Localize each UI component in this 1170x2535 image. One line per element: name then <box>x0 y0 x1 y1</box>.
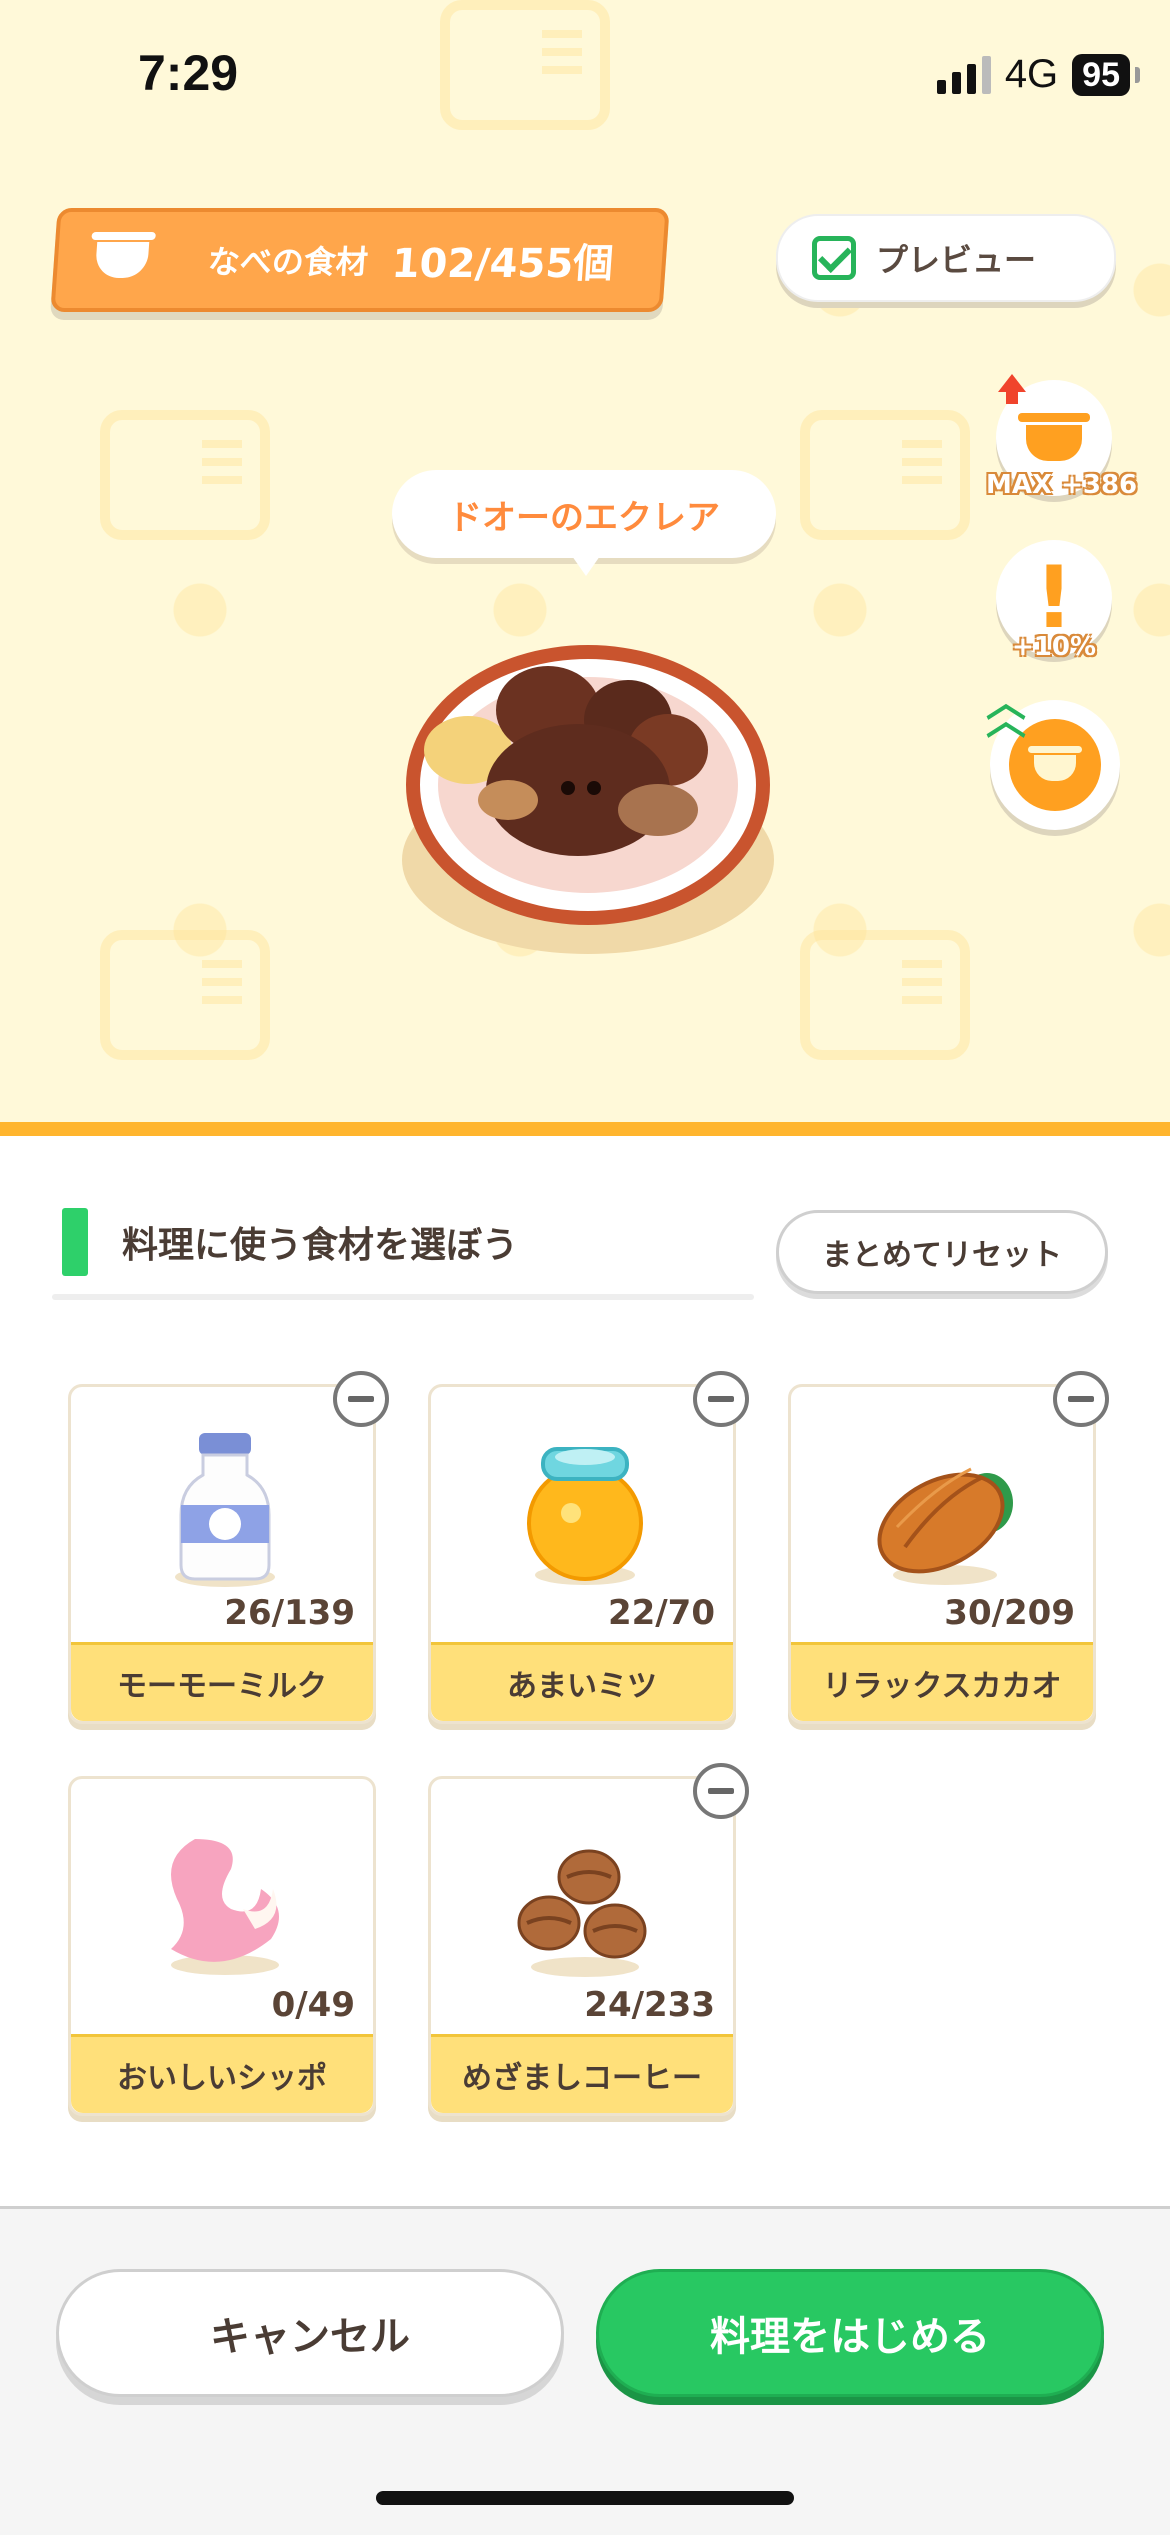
honey-jar-icon <box>527 1447 643 1585</box>
exclamation-icon: ! <box>1034 548 1074 648</box>
background-pattern <box>800 410 970 540</box>
ingredient-card-honey[interactable]: 22/70 あまいミツ <box>428 1371 749 1724</box>
section-header: 料理に使う食材を選ぼう <box>62 1208 518 1276</box>
cooking-preview-area: 7:29 4G 95 なべの食材 102/455個 プレビュー MAX +386… <box>0 0 1170 1122</box>
ingredient-card-coffee[interactable]: 24/233 めざましコーヒー <box>428 1763 749 2116</box>
ingredient-quantity: 22/70 <box>607 1593 715 1633</box>
ingredient-quantity: 24/233 <box>584 1985 715 2025</box>
background-pattern <box>100 930 270 1060</box>
up-arrow-icon <box>998 374 1026 404</box>
ingredient-name: リラックスカカオ <box>791 1642 1093 1721</box>
background-pattern <box>800 930 970 1060</box>
remove-ingredient-button[interactable] <box>693 1763 749 1819</box>
background-pattern <box>440 0 610 130</box>
background-pattern <box>100 410 270 540</box>
action-footer: キャンセル 料理をはじめる <box>0 2206 1170 2535</box>
double-chevron-up-icon: ︿ ︿ <box>986 680 1026 744</box>
ingredient-quantity: 30/209 <box>944 1593 1075 1633</box>
ingredient-name: めざましコーヒー <box>431 2034 733 2113</box>
cacao-pod-icon <box>877 1467 1013 1585</box>
ingredient-name: あまいミツ <box>431 1642 733 1721</box>
status-time: 7:29 <box>138 45 239 101</box>
pot-label: なべの食材 <box>206 243 370 281</box>
ingredient-quantity: 26/139 <box>224 1593 355 1633</box>
ingredient-selection-sheet: 料理に使う食材を選ぼう まとめてリセット 26/139 モーモーミルク 22/7… <box>0 1136 1170 2206</box>
milk-bottle-icon <box>175 1433 275 1587</box>
ingredient-card-cacao[interactable]: 30/209 リラックスカカオ <box>788 1371 1109 1724</box>
remove-ingredient-button[interactable] <box>333 1371 389 1427</box>
bonus-label: +10% <box>1012 632 1097 662</box>
remove-ingredient-button[interactable] <box>1053 1371 1109 1427</box>
status-indicators: 4G 95 <box>936 52 1140 97</box>
pot-icon <box>94 242 150 278</box>
preview-toggle[interactable]: プレビュー <box>776 214 1116 302</box>
ingredient-card-milk[interactable]: 26/139 モーモーミルク <box>68 1371 389 1724</box>
pot-icon <box>1018 413 1090 461</box>
cancel-button[interactable]: キャンセル <box>56 2269 564 2397</box>
cellular-signal-icon <box>936 55 991 94</box>
divider-bar <box>0 1122 1170 1136</box>
dish-eclair-image <box>402 645 774 954</box>
dish-name-bubble: ドオーのエクレア <box>392 470 776 576</box>
coffee-beans-icon <box>517 1849 647 1977</box>
checkbox-checked-icon <box>812 236 856 280</box>
slowpoke-tail-icon <box>171 1839 279 1975</box>
home-indicator[interactable] <box>376 2491 794 2505</box>
section-marker <box>62 1208 88 1276</box>
section-title: 料理に使う食材を選ぼう <box>122 1225 519 1266</box>
pot-ingredient-banner: なべの食材 102/455個 <box>50 208 670 312</box>
ingredient-name: おいしいシッポ <box>71 2034 373 2113</box>
divider <box>52 1294 754 1300</box>
remove-ingredient-button[interactable] <box>693 1371 749 1427</box>
reset-all-button[interactable]: まとめてリセット <box>776 1210 1108 1294</box>
battery-level: 95 <box>1072 53 1140 96</box>
ingredient-card-tail[interactable]: 0/49 おいしいシッポ <box>68 1776 376 2116</box>
pot-count: 102/455個 <box>390 241 615 287</box>
start-cooking-button[interactable]: 料理をはじめる <box>596 2269 1104 2397</box>
preview-label: プレビュー <box>876 241 1037 279</box>
ingredient-name: モーモーミルク <box>71 1642 373 1721</box>
pot-capacity-label: MAX +386 <box>986 470 1138 500</box>
network-type: 4G <box>1004 52 1059 96</box>
ingredient-quantity: 0/49 <box>271 1985 355 2025</box>
